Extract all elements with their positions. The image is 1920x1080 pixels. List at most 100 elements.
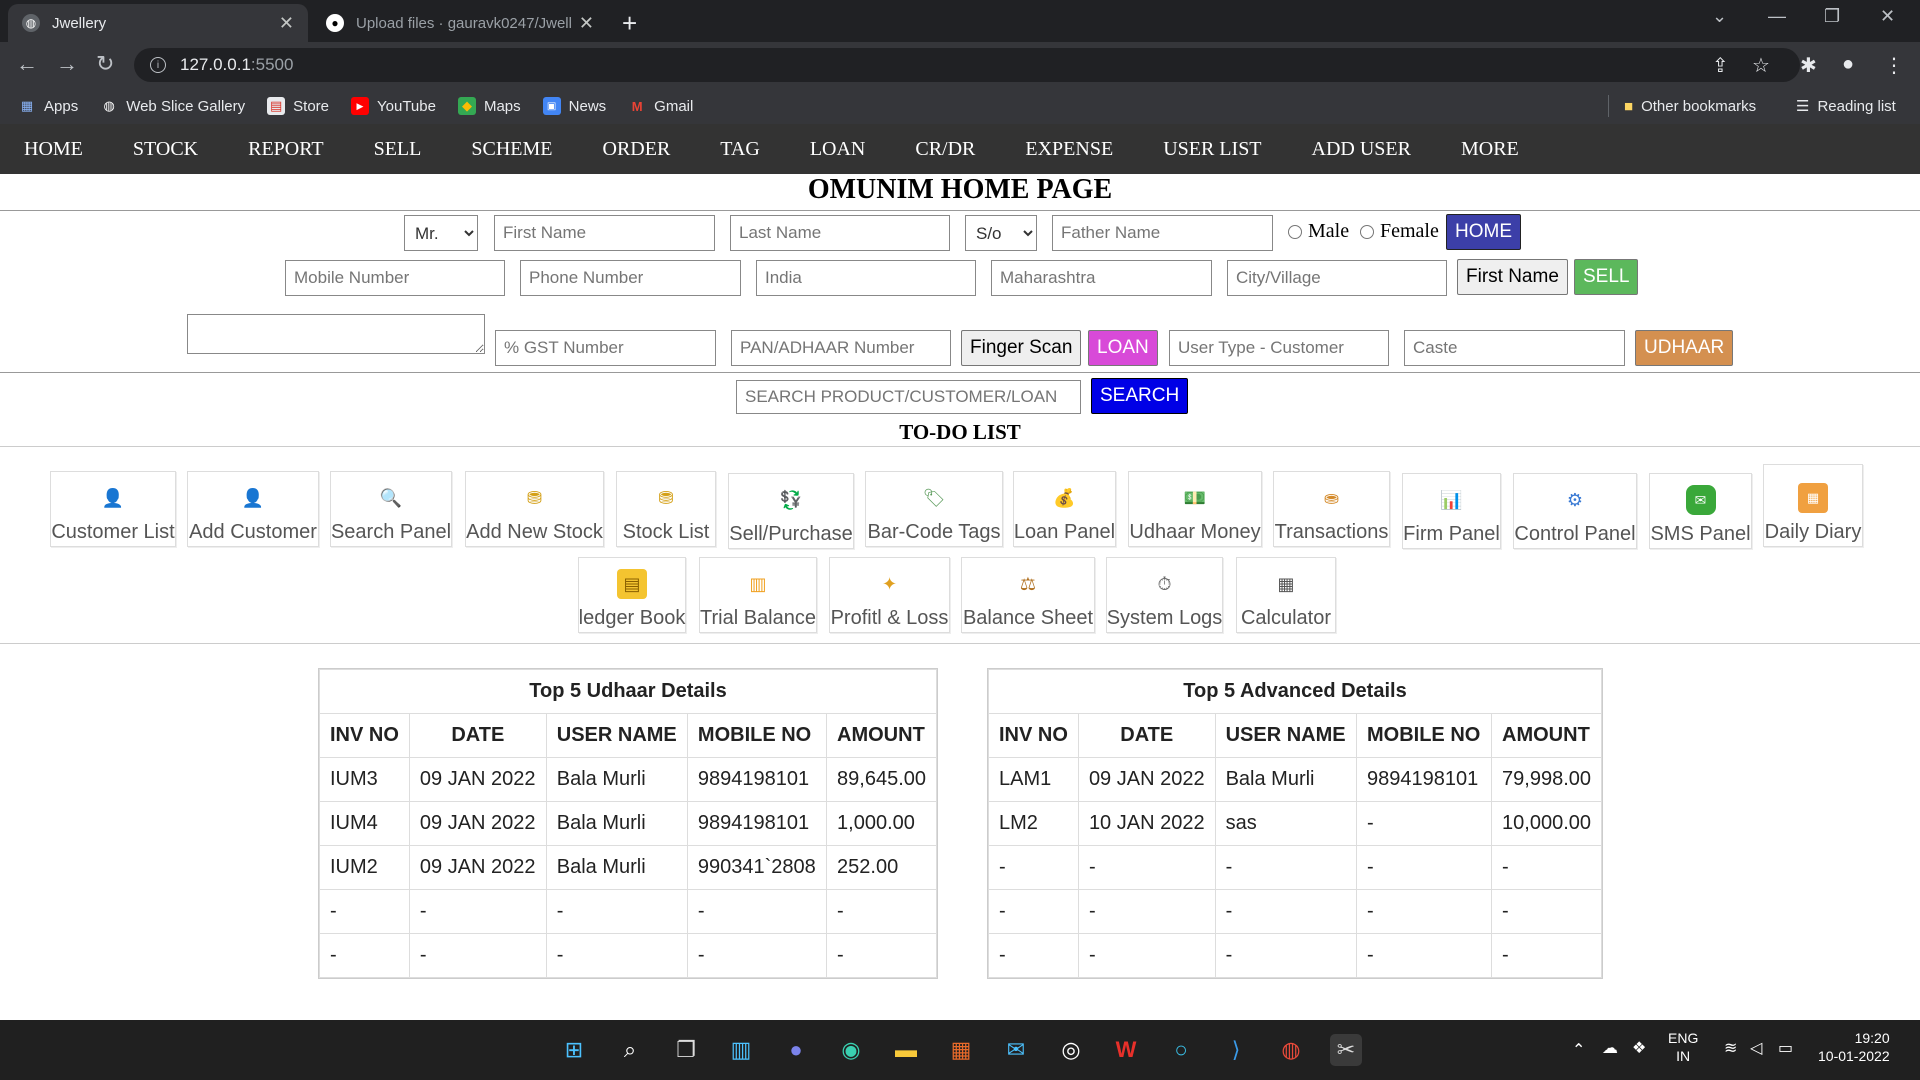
tile-control-panel[interactable]: ⚙ Control Panel xyxy=(1513,473,1637,549)
tile-search-panel[interactable]: 🔍 Search Panel xyxy=(330,471,452,547)
onedrive-icon[interactable]: ☁ xyxy=(1602,1038,1618,1058)
tile-sms-panel[interactable]: ✉ SMS Panel xyxy=(1649,473,1752,549)
language-indicator[interactable]: ENG IN xyxy=(1668,1029,1698,1065)
nav-order[interactable]: ORDER xyxy=(603,138,671,161)
dropbox-icon[interactable]: ❖ xyxy=(1632,1038,1646,1058)
nav-tag[interactable]: TAG xyxy=(720,138,760,161)
tile-customer-list[interactable]: 👤 Customer List xyxy=(50,471,176,547)
mail-icon[interactable]: ✉ xyxy=(1000,1034,1032,1066)
tile-add-new-stock[interactable]: ⛃ Add New Stock xyxy=(465,471,604,547)
nav-sell[interactable]: SELL xyxy=(374,138,422,161)
bookmark-maps[interactable]: ◆ Maps xyxy=(457,97,521,115)
phone-number-input[interactable] xyxy=(520,260,741,296)
reading-list[interactable]: ☰ Reading list xyxy=(1796,88,1896,124)
snipping-tool-icon[interactable]: ✂ xyxy=(1330,1034,1362,1066)
finger-scan-button[interactable]: Finger Scan xyxy=(961,330,1082,366)
new-tab-icon[interactable]: + xyxy=(622,8,637,39)
share-icon[interactable]: ⇪ xyxy=(1712,53,1729,78)
windows-start-icon[interactable]: ⊞ xyxy=(558,1034,590,1066)
user-type-input[interactable] xyxy=(1169,330,1389,366)
edge-icon[interactable]: ◉ xyxy=(835,1034,867,1066)
tab-jwellery[interactable]: ◍ Jwellery ✕ xyxy=(8,4,308,42)
microsoft-store-icon[interactable]: ▦ xyxy=(945,1034,977,1066)
tile-bar-code-tags[interactable]: 🏷 Bar-Code Tags xyxy=(865,471,1003,547)
search-button[interactable]: SEARCH xyxy=(1091,378,1189,414)
forward-icon[interactable]: → xyxy=(56,51,78,77)
close-window-icon[interactable]: ✕ xyxy=(1880,6,1895,27)
clock[interactable]: 19:20 10-01-2022 xyxy=(1818,1029,1890,1065)
bookmark-store[interactable]: ▤ Store xyxy=(267,97,329,115)
tab-search-chevron-icon[interactable]: ⌄ xyxy=(1712,6,1727,27)
pan-adhaar-input[interactable] xyxy=(731,330,951,366)
tile-stock-list[interactable]: ⛃ Stock List xyxy=(616,471,716,547)
close-tab-icon[interactable]: ✕ xyxy=(279,13,294,34)
country-input[interactable] xyxy=(756,260,976,296)
city-input[interactable] xyxy=(1227,260,1447,296)
profile-icon[interactable]: ● xyxy=(1842,53,1854,76)
restore-icon[interactable]: ❐ xyxy=(1824,6,1840,27)
nav-expense[interactable]: EXPENSE xyxy=(1025,138,1113,161)
bookmark-gmail[interactable]: M Gmail xyxy=(628,97,694,115)
wifi-icon[interactable]: ≋ xyxy=(1724,1038,1737,1058)
father-name-input[interactable] xyxy=(1052,215,1273,251)
wps-office-icon[interactable]: W xyxy=(1110,1034,1142,1066)
nav-report[interactable]: REPORT xyxy=(248,138,323,161)
vscode-icon[interactable]: ⟩ xyxy=(1220,1034,1252,1066)
female-radio-button[interactable] xyxy=(1360,224,1374,239)
bookmark-web-slice-gallery[interactable]: ◍ Web Slice Gallery xyxy=(100,97,246,115)
search-input[interactable] xyxy=(736,380,1081,414)
close-tab-icon[interactable]: ✕ xyxy=(579,13,594,34)
bookmark-news[interactable]: ▣ News xyxy=(542,97,606,115)
task-view-icon[interactable]: ❐ xyxy=(670,1034,702,1066)
bookmark-apps[interactable]: ▦ Apps xyxy=(18,97,78,115)
nav-crdr[interactable]: CR/DR xyxy=(915,138,975,161)
tile-balance-sheet[interactable]: ⚖ Balance Sheet xyxy=(961,557,1095,633)
state-input[interactable] xyxy=(991,260,1212,296)
nav-scheme[interactable]: SCHEME xyxy=(471,138,552,161)
tray-chevron-icon[interactable]: ⌃ xyxy=(1572,1040,1585,1060)
sell-button[interactable]: SELL xyxy=(1574,259,1639,295)
udhaar-button[interactable]: UDHAAR xyxy=(1635,330,1734,366)
last-name-input[interactable] xyxy=(730,215,950,251)
url-bar[interactable]: i 127.0.0.1:5500 xyxy=(134,48,1800,82)
menu-kebab-icon[interactable]: ⋮ xyxy=(1884,53,1904,78)
male-radio[interactable]: Male xyxy=(1288,220,1349,243)
cortana-icon[interactable]: ○ xyxy=(1165,1034,1197,1066)
male-radio-button[interactable] xyxy=(1288,224,1302,239)
search-icon[interactable]: ⌕ xyxy=(614,1034,646,1066)
file-explorer-icon[interactable]: ▬ xyxy=(890,1034,922,1066)
tile-daily-diary[interactable]: ▦ Daily Diary xyxy=(1763,464,1863,547)
tile-trial-balance[interactable]: ▥ Trial Balance xyxy=(699,557,817,633)
volume-icon[interactable]: ◁ xyxy=(1750,1038,1762,1058)
battery-icon[interactable]: ▭ xyxy=(1778,1038,1793,1058)
tab-upload-files[interactable]: ● Upload files · gauravk0247/Jwellery ✕ xyxy=(312,4,608,42)
tile-transactions[interactable]: ⛂ Transactions xyxy=(1273,471,1390,547)
github-desktop-icon[interactable]: ◎ xyxy=(1055,1034,1087,1066)
mobile-number-input[interactable] xyxy=(285,260,505,296)
other-bookmarks[interactable]: ■ Other bookmarks xyxy=(1624,88,1756,124)
address-textarea[interactable] xyxy=(187,314,485,354)
tile-add-customer[interactable]: 👤 Add Customer xyxy=(187,471,319,547)
first-name-input[interactable] xyxy=(494,215,715,251)
site-info-icon[interactable]: i xyxy=(150,57,166,73)
female-radio[interactable]: Female xyxy=(1360,220,1439,243)
tile-udhaar-money[interactable]: 💵 Udhaar Money xyxy=(1128,471,1262,547)
widgets-icon[interactable]: ▥ xyxy=(725,1034,757,1066)
tile-calculator[interactable]: ▦ Calculator xyxy=(1236,557,1336,633)
nav-add-user[interactable]: ADD USER xyxy=(1312,138,1411,161)
minimize-icon[interactable]: — xyxy=(1768,6,1786,27)
home-button[interactable]: HOME xyxy=(1446,214,1521,250)
nav-more[interactable]: MORE xyxy=(1461,138,1519,161)
title-select[interactable]: Mr. xyxy=(404,215,478,251)
caste-input[interactable] xyxy=(1404,330,1625,366)
tile-sell-purchase[interactable]: 💱 Sell/Purchase xyxy=(728,473,854,549)
bookmark-youtube[interactable]: ▶ YouTube xyxy=(351,97,436,115)
nav-user-list[interactable]: USER LIST xyxy=(1163,138,1261,161)
loan-button[interactable]: LOAN xyxy=(1088,330,1158,366)
teams-chat-icon[interactable]: ● xyxy=(780,1034,812,1066)
chrome-icon[interactable]: ◍ xyxy=(1275,1034,1307,1066)
nav-loan[interactable]: LOAN xyxy=(810,138,866,161)
nav-home[interactable]: HOME xyxy=(24,138,83,161)
tile-system-logs[interactable]: ⏱ System Logs xyxy=(1106,557,1223,633)
tile-firm-panel[interactable]: 📊 Firm Panel xyxy=(1402,473,1501,549)
